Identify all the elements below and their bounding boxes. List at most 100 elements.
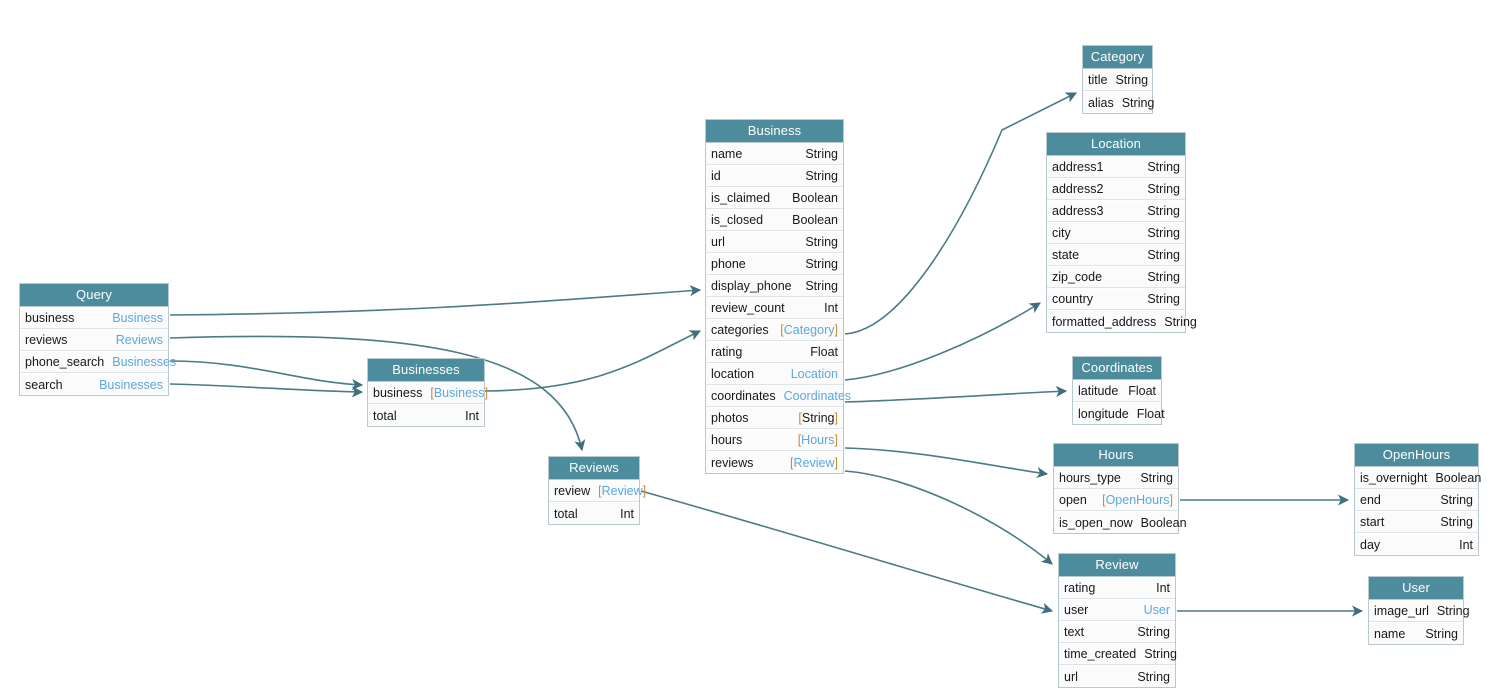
field-row[interactable]: open[OpenHours] [1054, 489, 1178, 511]
field-row[interactable]: coordinatesCoordinates [706, 385, 843, 407]
field-row[interactable]: zip_codeString [1047, 266, 1185, 288]
field-name: business [25, 311, 82, 325]
field-row[interactable]: urlString [1059, 665, 1175, 687]
field-row[interactable]: latitudeFloat [1073, 380, 1161, 402]
field-type[interactable]: Location [791, 367, 838, 381]
field-type[interactable]: [Review] [790, 456, 838, 470]
node-title-coordinates: Coordinates [1073, 357, 1161, 380]
node-businesses[interactable]: Businessesbusiness[Business]totalInt [367, 358, 485, 427]
field-type[interactable]: Business [112, 311, 163, 325]
field-row[interactable]: endString [1355, 489, 1478, 511]
field-type[interactable]: Businesses [112, 355, 176, 369]
node-reviews[interactable]: Reviewsreview[Review]totalInt [548, 456, 640, 525]
field-type[interactable]: Coordinates [784, 389, 851, 403]
node-coordinates[interactable]: CoordinateslatitudeFloatlongitudeFloat [1072, 356, 1162, 425]
node-business[interactable]: BusinessnameStringidStringis_claimedBool… [705, 119, 844, 474]
field-type: [String] [798, 411, 838, 425]
field-name: phone [711, 257, 754, 271]
field-row[interactable]: address1String [1047, 156, 1185, 178]
field-row[interactable]: image_urlString [1369, 600, 1463, 622]
field-type[interactable]: [Category] [780, 323, 838, 337]
field-row[interactable]: is_open_nowBoolean [1054, 511, 1178, 533]
field-type: Float [1137, 407, 1165, 421]
field-row[interactable]: reviewsReviews [20, 329, 168, 351]
field-row[interactable]: longitudeFloat [1073, 402, 1161, 424]
node-title-user: User [1369, 577, 1463, 600]
field-row[interactable]: nameString [1369, 622, 1463, 644]
field-type[interactable]: [Hours] [798, 433, 838, 447]
field-type: Int [1156, 581, 1170, 595]
node-title-openhours: OpenHours [1355, 444, 1478, 467]
node-fields-hours: hours_typeStringopen[OpenHours]is_open_n… [1054, 467, 1178, 533]
field-row[interactable]: countryString [1047, 288, 1185, 310]
field-row[interactable]: locationLocation [706, 363, 843, 385]
field-type: Boolean [792, 213, 838, 227]
field-row[interactable]: review[Review] [549, 480, 639, 502]
field-row[interactable]: phone String [706, 253, 843, 275]
field-type: Float [1128, 384, 1156, 398]
node-user[interactable]: Userimage_urlStringnameString [1368, 576, 1464, 645]
field-type[interactable]: [OpenHours] [1102, 493, 1173, 507]
node-query[interactable]: QuerybusinessBusinessreviewsReviewsphone… [19, 283, 169, 396]
field-name: day [1360, 538, 1388, 552]
field-row[interactable]: reviews[Review] [706, 451, 843, 473]
field-name: rating [711, 345, 750, 359]
field-row[interactable]: titleString [1083, 69, 1152, 91]
field-row[interactable]: photos[String] [706, 407, 843, 429]
field-row[interactable]: phone_searchBusinesses [20, 351, 168, 373]
field-row[interactable]: formatted_addressString [1047, 310, 1185, 332]
field-name: categories [711, 323, 777, 337]
node-review[interactable]: ReviewratingIntuserUsertextStringtime_cr… [1058, 553, 1176, 688]
field-row[interactable]: cityString [1047, 222, 1185, 244]
field-name: state [1052, 248, 1087, 262]
field-row[interactable]: time_createdString [1059, 643, 1175, 665]
field-row[interactable]: dayInt [1355, 533, 1478, 555]
node-openhours[interactable]: OpenHoursis_overnightBooleanendStringsta… [1354, 443, 1479, 556]
field-row[interactable]: display_phoneString [706, 275, 843, 297]
node-location[interactable]: Locationaddress1Stringaddress2Stringaddr… [1046, 132, 1186, 333]
field-type: String [1144, 647, 1177, 661]
field-row[interactable]: textString [1059, 621, 1175, 643]
field-type[interactable]: [Review] [598, 484, 646, 498]
field-row[interactable]: address3String [1047, 200, 1185, 222]
node-fields-location: address1Stringaddress2Stringaddress3Stri… [1047, 156, 1185, 332]
field-row[interactable]: nameString [706, 143, 843, 165]
field-row[interactable]: stateString [1047, 244, 1185, 266]
node-hours[interactable]: Hourshours_typeStringopen[OpenHours]is_o… [1053, 443, 1179, 534]
field-type: String [1425, 627, 1458, 641]
field-row[interactable]: categories[Category] [706, 319, 843, 341]
field-row[interactable]: is_overnightBoolean [1355, 467, 1478, 489]
field-row[interactable]: business Business [20, 307, 168, 329]
field-row[interactable]: totalInt [549, 502, 639, 524]
field-row[interactable]: hours_typeString [1054, 467, 1178, 489]
node-title-review: Review [1059, 554, 1175, 577]
field-row[interactable]: ratingInt [1059, 577, 1175, 599]
field-name: url [1064, 670, 1086, 684]
field-row[interactable]: review_countInt [706, 297, 843, 319]
node-title-location: Location [1047, 133, 1185, 156]
field-name: alias [1088, 96, 1122, 110]
field-row[interactable]: idString [706, 165, 843, 187]
field-row[interactable]: userUser [1059, 599, 1175, 621]
field-type[interactable]: [Business] [430, 386, 488, 400]
field-row[interactable]: address2String [1047, 178, 1185, 200]
field-type[interactable]: User [1144, 603, 1170, 617]
field-row[interactable]: aliasString [1083, 91, 1152, 113]
node-fields-business: nameStringidStringis_claimedBooleanis_cl… [706, 143, 843, 473]
node-category[interactable]: CategorytitleStringaliasString [1082, 45, 1153, 114]
field-row[interactable]: urlString [706, 231, 843, 253]
field-name: review [554, 484, 598, 498]
field-type[interactable]: Businesses [99, 378, 163, 392]
field-row[interactable]: startString [1355, 511, 1478, 533]
field-type[interactable]: Reviews [116, 333, 163, 347]
field-name: is_claimed [711, 191, 778, 205]
field-type: String [805, 257, 838, 271]
field-row[interactable]: searchBusinesses [20, 373, 168, 395]
field-row[interactable]: business[Business] [368, 382, 484, 404]
field-row[interactable]: totalInt [368, 404, 484, 426]
field-row[interactable]: hours[Hours] [706, 429, 843, 451]
field-row[interactable]: is_closedBoolean [706, 209, 843, 231]
field-row[interactable]: is_claimedBoolean [706, 187, 843, 209]
field-row[interactable]: ratingFloat [706, 341, 843, 363]
edge-business-reviews-to-review [845, 471, 1052, 564]
